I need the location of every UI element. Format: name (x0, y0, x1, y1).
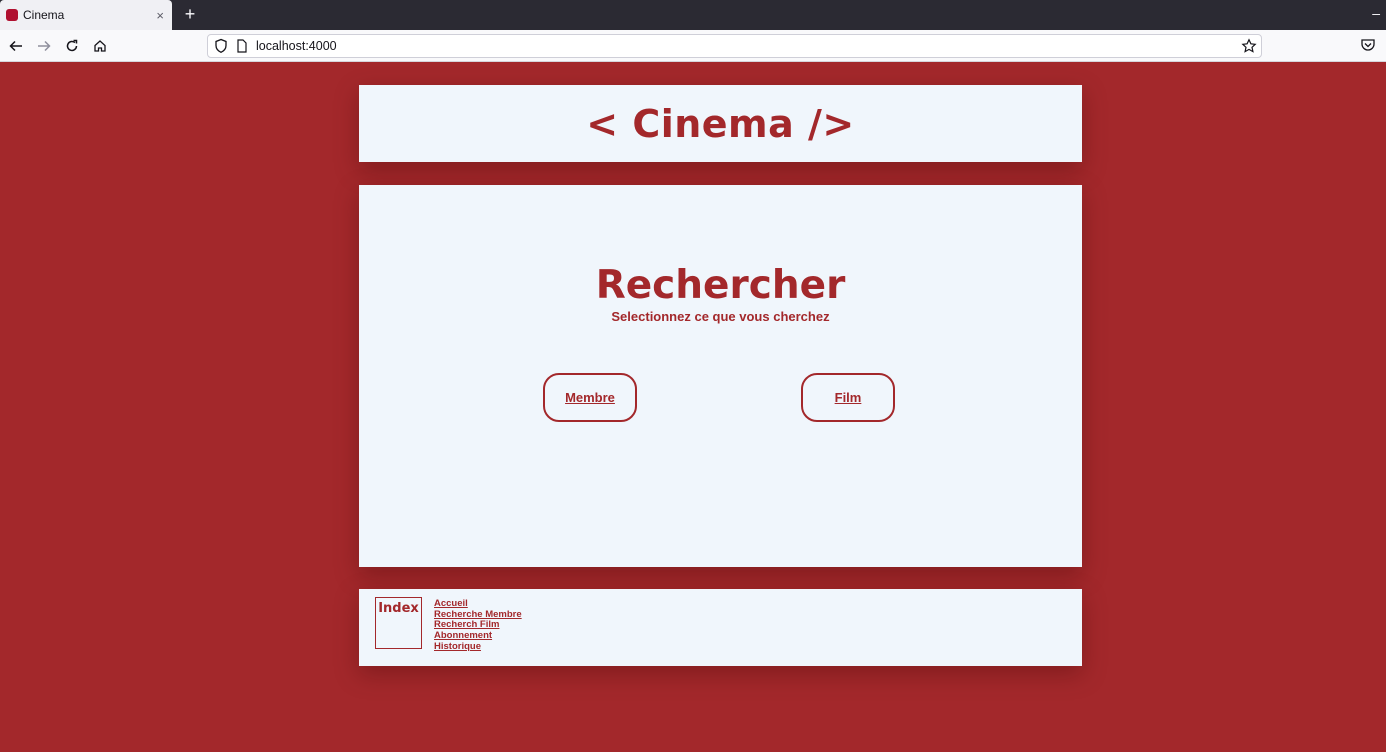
new-tab-button[interactable]: + (180, 4, 200, 24)
site-header: < Cinema /> (359, 85, 1082, 162)
forward-icon[interactable] (34, 36, 54, 56)
tab-bar: Cinema × + – (0, 0, 1386, 30)
footer-nav: Accueil Recherche Membre Recherch Film A… (434, 597, 522, 652)
site-footer: Index Accueil Recherche Membre Recherch … (359, 589, 1082, 666)
favicon-icon (6, 9, 18, 21)
minimize-button[interactable]: – (1372, 6, 1380, 20)
pocket-icon[interactable] (1360, 37, 1376, 58)
page-title: Rechercher (595, 263, 846, 308)
site-title: < Cinema /> (586, 101, 855, 146)
back-icon[interactable] (6, 36, 26, 56)
membre-button[interactable]: Membre (543, 373, 637, 422)
page-icon (236, 39, 248, 58)
browser-tab[interactable]: Cinema × (0, 0, 172, 30)
url-text[interactable]: localhost:4000 (256, 39, 337, 53)
reload-icon[interactable] (62, 36, 82, 56)
tab-title: Cinema (23, 8, 65, 22)
star-icon[interactable] (1241, 38, 1257, 59)
home-icon[interactable] (90, 36, 110, 56)
footer-link-historique[interactable]: Historique (434, 641, 481, 652)
url-bar[interactable]: localhost:4000 (207, 34, 1262, 58)
search-panel: Rechercher Selectionnez ce que vous cher… (359, 185, 1082, 567)
page-subtitle: Selectionnez ce que vous cherchez (611, 309, 830, 324)
navigation-bar: localhost:4000 (0, 30, 1386, 62)
shield-icon[interactable] (214, 38, 228, 59)
film-button[interactable]: Film (801, 373, 895, 422)
index-label: Index (375, 597, 422, 649)
tab-close-icon[interactable]: × (156, 8, 164, 23)
